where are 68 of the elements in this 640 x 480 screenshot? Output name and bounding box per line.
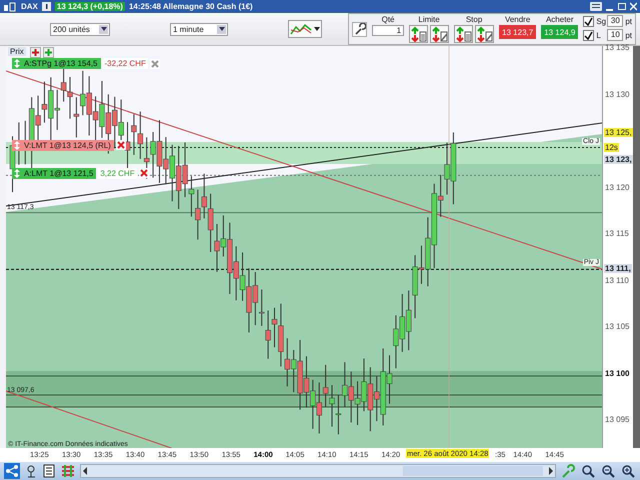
price-label: Prix [8, 47, 26, 56]
maximize-icon[interactable] [618, 2, 626, 11]
order-label[interactable]: A:LMT 1@13 121,5 [12, 168, 96, 179]
quantity-dropdown[interactable]: 200 unités [50, 22, 110, 36]
plus-icon[interactable] [43, 47, 54, 58]
connection-icon[interactable] [3, 2, 17, 12]
sell-label: Vendre [504, 15, 530, 24]
sell-button[interactable]: 13 123,7 [499, 25, 536, 39]
share-icon[interactable] [4, 463, 20, 479]
quantity-field[interactable]: 1 [372, 25, 404, 36]
price-tick: 13 135 [605, 43, 630, 52]
price-tick: 13 110 [605, 276, 629, 284]
indicator-button[interactable] [288, 20, 322, 38]
timer-badge: 12s [604, 142, 619, 152]
price-badge: 13 124,3 (+0,18%) [54, 2, 125, 11]
info-icon[interactable] [42, 2, 51, 11]
quantity-label: Qté [382, 15, 394, 24]
buy-label: Acheter [546, 15, 574, 24]
interval-dropdown[interactable]: 1 minute [170, 22, 228, 36]
profit-label: 3,22 CHF [98, 168, 137, 179]
price-marker: 13 123, [604, 154, 633, 164]
zoom-in-icon[interactable] [620, 463, 636, 479]
price-tick: 13 130 [605, 90, 630, 98]
checkbox[interactable] [583, 16, 594, 26]
unit-label: pt [625, 16, 632, 26]
plus-icon[interactable] [30, 47, 41, 58]
scrollbar[interactable] [80, 464, 556, 478]
price-marker: 13 111, [604, 264, 632, 274]
stop-edit-button[interactable] [475, 25, 494, 43]
points-field[interactable]: 30 [607, 15, 624, 27]
caret-icon [218, 27, 224, 31]
zoom-fit-icon[interactable] [580, 463, 596, 479]
price-tick: 13 095 [605, 415, 630, 424]
right-arrow-icon[interactable] [547, 466, 555, 476]
limit-label: Limite [418, 15, 440, 24]
price-tick: 13 105 [605, 322, 630, 331]
price-tick: 13 100 [605, 368, 630, 378]
checkbox[interactable] [583, 30, 594, 40]
left-arrow-icon[interactable] [81, 466, 89, 476]
close-icon[interactable] [116, 140, 126, 150]
keyboard-icon[interactable] [590, 2, 602, 11]
limit-edit-button[interactable] [430, 25, 450, 43]
list-icon[interactable] [42, 463, 56, 479]
points-field[interactable]: 10 [607, 29, 624, 41]
stop-label: Stop [466, 15, 482, 24]
bars-icon[interactable] [60, 463, 76, 479]
unit-label: pt [625, 30, 632, 40]
limit-order-button[interactable] [409, 25, 428, 43]
double-arrow-icon [14, 168, 20, 178]
option-label: L [596, 30, 602, 40]
line-chart-icon [290, 22, 312, 36]
close-icon[interactable] [138, 168, 149, 178]
option-label: Sg [596, 16, 606, 26]
price-marker: 13 125, [604, 128, 633, 137]
wrench-icon[interactable] [352, 22, 368, 36]
double-arrow-icon [14, 140, 20, 150]
profit-label: -32,22 CHF [102, 58, 148, 69]
order-label[interactable]: V:LMT 1@13 124,5 (RL) [12, 140, 114, 151]
caret-icon [100, 27, 106, 31]
double-arrow-icon [14, 59, 20, 68]
price-tick: 13 115 [605, 229, 629, 238]
window-title: 14:25:48 Allemagne 30 Cash (1€) [128, 2, 253, 11]
stop-order-button[interactable] [454, 25, 474, 43]
instrument-name[interactable]: DAX [21, 2, 38, 11]
price-tick: 13 120 [605, 182, 630, 192]
caret-icon [314, 27, 320, 31]
zoom-out-icon[interactable] [600, 463, 616, 479]
order-label[interactable]: A:STPg 1@13 154,5 [12, 58, 100, 69]
